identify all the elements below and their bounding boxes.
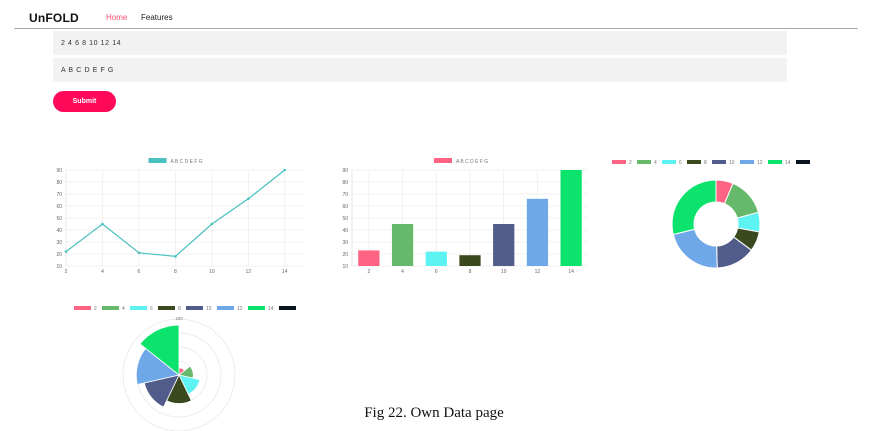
- y-tick-label: 40: [342, 228, 348, 234]
- data-point: [64, 250, 68, 253]
- legend-label: 10: [729, 160, 735, 166]
- legend-swatch: [186, 306, 203, 310]
- data-point: [174, 255, 177, 258]
- figure-caption: Fig 22. Own Data page: [364, 405, 504, 421]
- legend-swatch: [662, 160, 676, 164]
- y-tick-label: 70: [342, 192, 348, 198]
- legend-label: 8: [704, 160, 707, 166]
- polar-area-chart: 2 4 6 8 10 12 14 100: [74, 306, 296, 431]
- doughnut-slice: [672, 228, 718, 269]
- header-divider: [14, 28, 858, 29]
- y-tick-label: 80: [342, 180, 348, 186]
- legend-label: 6: [150, 306, 153, 312]
- y-tick-label: 50: [342, 216, 348, 222]
- data-point: [137, 251, 141, 255]
- legend-label: 12: [757, 160, 763, 166]
- legend-swatch: [740, 160, 754, 164]
- x-tick-label: 14: [282, 269, 288, 275]
- legend-swatch: [712, 160, 726, 164]
- legend-label: 6: [679, 160, 682, 166]
- x-tick-label: 8: [469, 269, 472, 275]
- bar: [459, 255, 481, 266]
- bar: [526, 198, 549, 266]
- legend-swatch: [687, 160, 701, 164]
- legend-label: A B C D E F G: [170, 159, 202, 165]
- y-tick-label: 90: [56, 168, 62, 174]
- legend-label: 10: [206, 306, 212, 312]
- data-point: [101, 222, 104, 226]
- y-tick-label: 40: [56, 228, 62, 234]
- y-tick-label: 60: [56, 204, 62, 210]
- legend-label: 14: [785, 160, 791, 166]
- data-input[interactable]: [53, 31, 787, 55]
- x-tick-label: 6: [435, 269, 438, 275]
- x-tick-label: 4: [101, 269, 104, 275]
- x-tick-label: 12: [246, 269, 252, 275]
- legend-swatch: [74, 306, 91, 310]
- y-tick-label: 60: [342, 204, 348, 210]
- y-tick-label: 90: [342, 168, 348, 174]
- legend-label: 4: [654, 160, 657, 166]
- legend-swatch: [158, 306, 175, 310]
- bar: [493, 224, 515, 266]
- doughnut-chart: 2 4 6 8 10 12 14: [612, 160, 810, 269]
- legend-swatch: [612, 160, 626, 164]
- x-tick-label: 12: [535, 269, 541, 275]
- y-tick-label: 20: [342, 252, 348, 258]
- x-tick-label: 8: [174, 269, 177, 275]
- legend-swatch: [433, 158, 452, 163]
- x-tick-label: 2: [65, 269, 68, 275]
- nav-features[interactable]: Features: [141, 13, 173, 22]
- x-tick-label: 14: [568, 269, 574, 275]
- legend-swatch: [796, 160, 810, 164]
- y-tick-label: 70: [56, 192, 62, 198]
- polar-tick-label: 100: [175, 316, 183, 321]
- legend-swatch: [130, 306, 147, 310]
- x-tick-label: 10: [209, 269, 215, 275]
- line-chart: A B C D E F G 10 20 30 40 50 60 70 80 90 2 4 6 8 10 12 1…: [56, 158, 303, 275]
- bar: [560, 170, 582, 266]
- y-tick-label: 30: [342, 240, 348, 246]
- legend-label: 4: [122, 306, 125, 312]
- bar-chart: A B C D E F G 10 20 30 40 50 60 70 80 90 2 4 6 8 10 12 1…: [342, 158, 588, 275]
- legend-label: 12: [237, 306, 243, 312]
- bar: [391, 224, 414, 266]
- data-point: [210, 222, 214, 226]
- y-tick-label: 20: [56, 252, 62, 258]
- data-point: [247, 197, 250, 201]
- legend-swatch: [637, 160, 651, 164]
- legend-swatch: [248, 306, 265, 310]
- x-tick-label: 6: [138, 269, 141, 275]
- legend-swatch: [279, 306, 296, 310]
- labels-input[interactable]: [53, 58, 787, 82]
- legend-swatch: [102, 306, 119, 310]
- legend-swatch: [768, 160, 782, 164]
- legend-swatch: [148, 158, 167, 163]
- doughnut-slice: [671, 179, 717, 236]
- legend-label: 2: [629, 160, 632, 166]
- y-tick-label: 10: [56, 264, 62, 270]
- legend-label: 2: [94, 306, 97, 312]
- legend-swatch: [217, 306, 234, 310]
- bar: [358, 250, 380, 266]
- y-tick-label: 30: [56, 240, 62, 246]
- bar: [425, 251, 447, 266]
- y-tick-label: 80: [56, 180, 62, 186]
- y-tick-label: 50: [56, 216, 62, 222]
- nav-home[interactable]: Home: [106, 13, 127, 22]
- legend-label: 8: [178, 306, 181, 312]
- x-tick-label: 10: [501, 269, 507, 275]
- data-point: [283, 168, 287, 172]
- x-tick-label: 2: [367, 269, 370, 275]
- legend-label: A B C D E F G: [456, 159, 488, 165]
- x-tick-label: 4: [401, 269, 404, 275]
- y-tick-label: 10: [342, 264, 348, 270]
- legend-label: 14: [268, 306, 274, 312]
- brand-logo[interactable]: UnFOLD: [29, 11, 79, 25]
- submit-button[interactable]: Submit: [53, 91, 116, 112]
